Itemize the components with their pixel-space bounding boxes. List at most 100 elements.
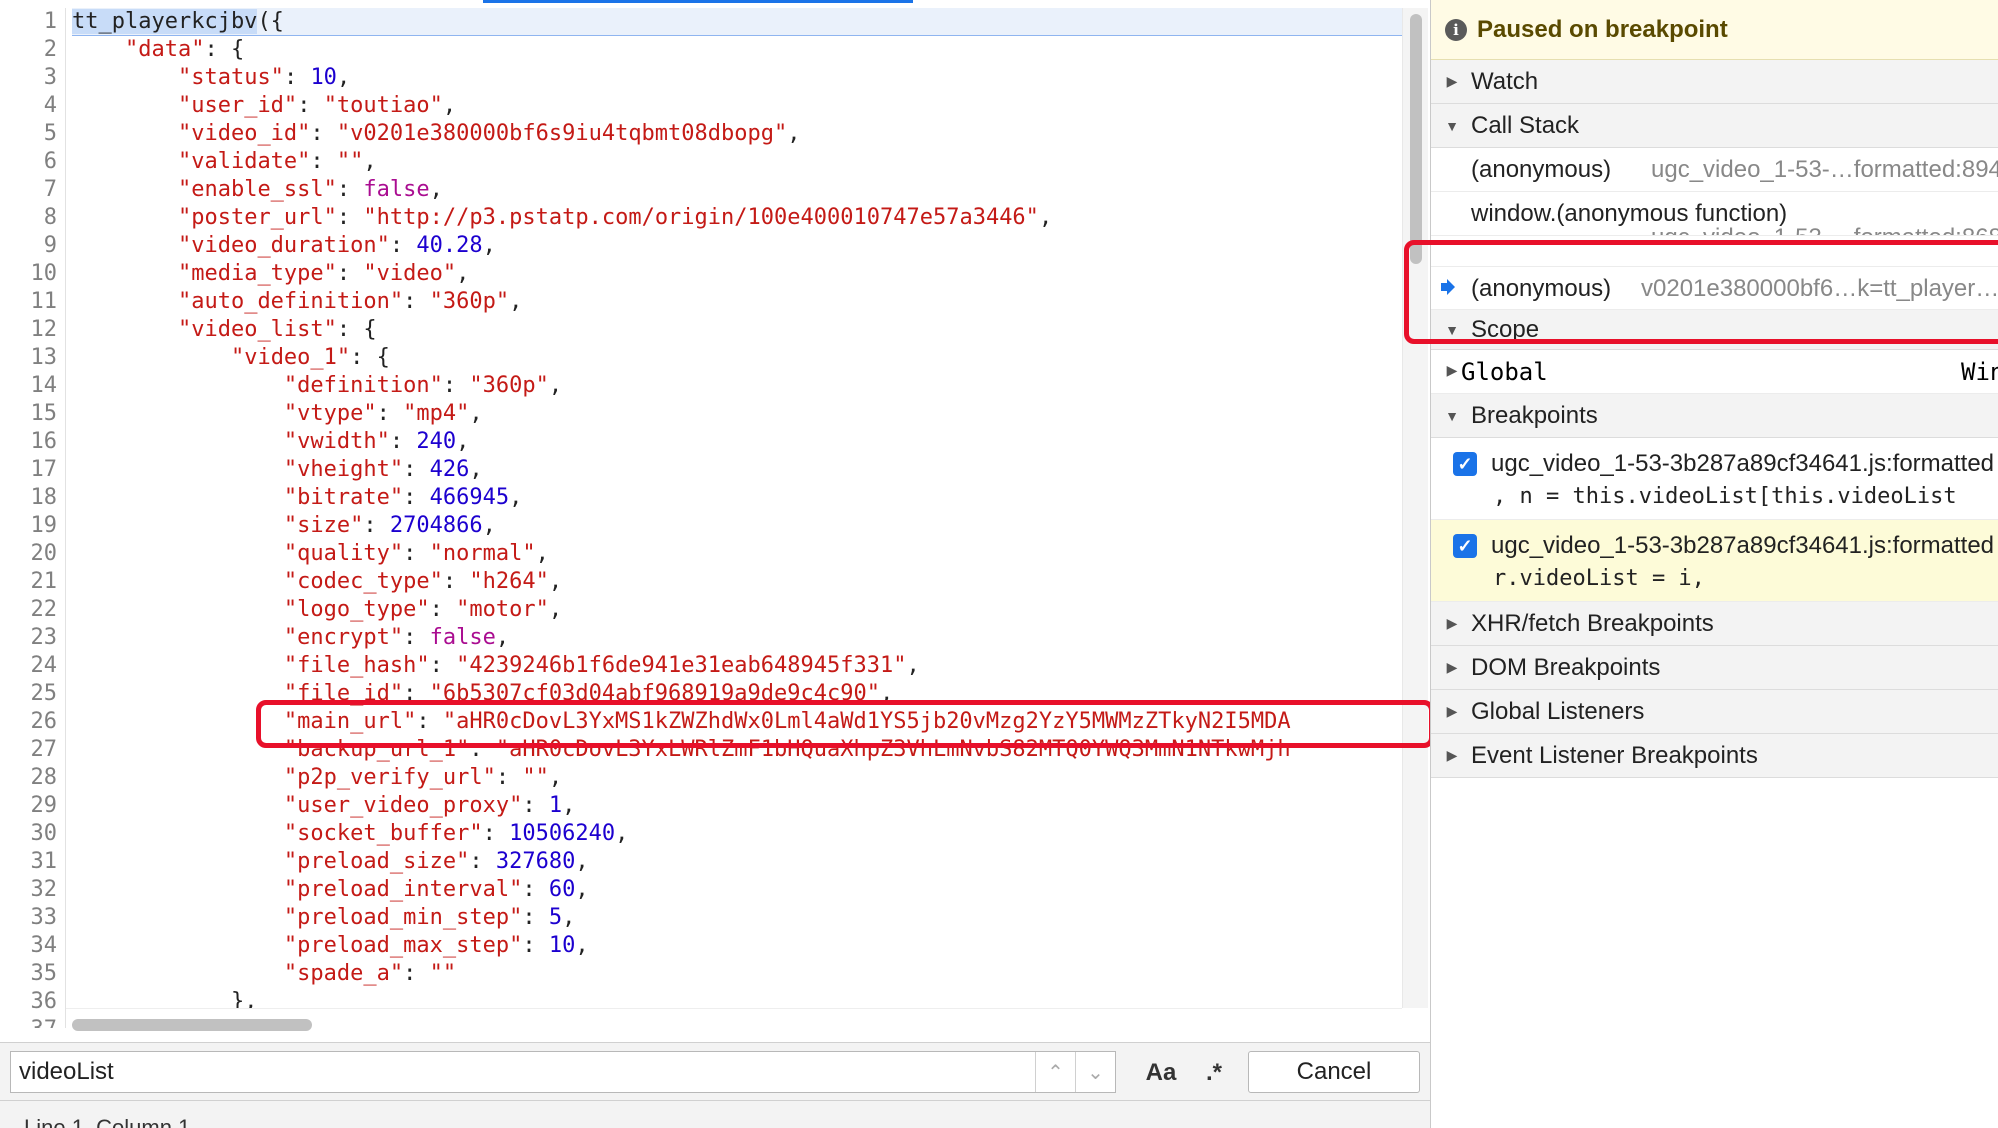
horizontal-scrollbar[interactable] [66, 1008, 1402, 1042]
line-number[interactable]: 30 [0, 820, 65, 848]
code-line[interactable]: "quality": "normal", [72, 540, 1402, 568]
line-number[interactable]: 26 [0, 708, 65, 736]
section-global-listeners[interactable]: ▶ Global Listeners [1431, 690, 1998, 734]
search-next-button[interactable]: ⌄ [1075, 1052, 1115, 1092]
line-number[interactable]: 37 [0, 1016, 65, 1028]
line-number[interactable]: 20 [0, 540, 65, 568]
scope-global[interactable]: ▶ Global Win [1431, 350, 1998, 394]
code-line[interactable]: "spade_a": "" [72, 960, 1402, 988]
line-number[interactable]: 21 [0, 568, 65, 596]
line-number[interactable]: 29 [0, 792, 65, 820]
call-frame-location: ugc_video_1-53-…formatted:894 [1651, 156, 1998, 183]
line-number[interactable]: 33 [0, 904, 65, 932]
breakpoint-item-active[interactable]: ✓ ugc_video_1-53-3b287a89cf34641.js:form… [1431, 520, 1998, 602]
section-breakpoints[interactable]: ▼ Breakpoints [1431, 394, 1998, 438]
call-frame[interactable]: window.(anonymous function) ugc_video_1-… [1431, 192, 1998, 236]
code-line[interactable]: "bitrate": 466945, [72, 484, 1402, 512]
code-line[interactable]: tt_playerkcjbv({ [72, 8, 1402, 36]
line-number[interactable]: 27 [0, 736, 65, 764]
section-call-stack[interactable]: ▼ Call Stack [1431, 104, 1998, 148]
cancel-search-button[interactable]: Cancel [1248, 1051, 1420, 1093]
line-number[interactable]: 35 [0, 960, 65, 988]
line-number[interactable]: 19 [0, 512, 65, 540]
code-line[interactable]: "user_id": "toutiao", [72, 92, 1402, 120]
regex-button[interactable]: .* [1196, 1053, 1232, 1093]
line-number[interactable]: 12 [0, 316, 65, 344]
code-line[interactable]: "enable_ssl": false, [72, 176, 1402, 204]
code-line[interactable]: "vtype": "mp4", [72, 400, 1402, 428]
line-number[interactable]: 15 [0, 400, 65, 428]
line-number[interactable]: 34 [0, 932, 65, 960]
line-number-gutter[interactable]: 1 2 3 4 5 6 7 8 9 10 11 12 13 14 15 16 17 18 19 20 21 22 23 24 2… [0, 8, 66, 1028]
line-number[interactable]: 36 [0, 988, 65, 1016]
code-line[interactable]: "size": 2704866, [72, 512, 1402, 540]
breakpoint-item[interactable]: ✓ ugc_video_1-53-3b287a89cf34641.js:form… [1431, 438, 1998, 520]
line-number[interactable]: 5 [0, 120, 65, 148]
code-line[interactable]: "status": 10, [72, 64, 1402, 92]
line-number[interactable]: 18 [0, 484, 65, 512]
code-line[interactable]: "media_type": "video", [72, 260, 1402, 288]
code-line[interactable]: "file_hash": "4239246b1f6de941e31eab6489… [72, 652, 1402, 680]
code-line[interactable]: "user_video_proxy": 1, [72, 792, 1402, 820]
code-token: "motor" [456, 597, 549, 622]
code-line[interactable]: "definition": "360p", [72, 372, 1402, 400]
code-line[interactable]: "video_list": { [72, 316, 1402, 344]
code-line[interactable]: "video_duration": 40.28, [72, 232, 1402, 260]
code-line[interactable]: "p2p_verify_url": "", [72, 764, 1402, 792]
code-line[interactable]: "vwidth": 240, [72, 428, 1402, 456]
line-number[interactable]: 11 [0, 288, 65, 316]
line-number[interactable]: 23 [0, 624, 65, 652]
line-number[interactable]: 7 [0, 176, 65, 204]
code-line[interactable]: "preload_interval": 60, [72, 876, 1402, 904]
code-line[interactable]: "video_id": "v0201e380000bf6s9iu4tqbmt08… [72, 120, 1402, 148]
code-token: : [297, 93, 324, 118]
section-xhr-breakpoints[interactable]: ▶ XHR/fetch Breakpoints [1431, 602, 1998, 646]
line-number[interactable]: 32 [0, 876, 65, 904]
search-input[interactable] [11, 1052, 1035, 1092]
code-line[interactable]: "vheight": 426, [72, 456, 1402, 484]
horizontal-scroll-thumb[interactable] [72, 1019, 312, 1031]
code-line[interactable]: "socket_buffer": 10506240, [72, 820, 1402, 848]
line-number[interactable]: 25 [0, 680, 65, 708]
line-number[interactable]: 17 [0, 456, 65, 484]
line-number[interactable]: 4 [0, 92, 65, 120]
code-line[interactable]: "logo_type": "motor", [72, 596, 1402, 624]
code-line[interactable]: "codec_type": "h264", [72, 568, 1402, 596]
line-number[interactable]: 1 [0, 8, 65, 36]
line-number[interactable]: 10 [0, 260, 65, 288]
line-number[interactable]: 13 [0, 344, 65, 372]
code-line[interactable]: "validate": "", [72, 148, 1402, 176]
match-case-button[interactable]: Aa [1136, 1053, 1186, 1093]
vertical-scroll-thumb[interactable] [1410, 14, 1422, 264]
code-line[interactable]: "video_1": { [72, 344, 1402, 372]
source-editor[interactable]: 1 2 3 4 5 6 7 8 9 10 11 12 13 14 15 16 17 18 19 20 21 22 23 24 2… [0, 0, 1434, 1128]
code-line[interactable]: "poster_url": "http://p3.pstatp.com/orig… [72, 204, 1402, 232]
search-prev-button[interactable]: ⌃ [1035, 1052, 1075, 1092]
line-number[interactable]: 14 [0, 372, 65, 400]
code-line[interactable]: "auto_definition": "360p", [72, 288, 1402, 316]
section-watch[interactable]: ▶ Watch [1431, 60, 1998, 104]
line-number[interactable]: 16 [0, 428, 65, 456]
code-line[interactable]: "preload_min_step": 5, [72, 904, 1402, 932]
code-line[interactable]: "preload_max_step": 10, [72, 932, 1402, 960]
line-number[interactable]: 8 [0, 204, 65, 232]
line-number[interactable]: 2 [0, 36, 65, 64]
call-frame[interactable]: (anonymous) ugc_video_1-53-…formatted:89… [1431, 148, 1998, 192]
line-number[interactable]: 31 [0, 848, 65, 876]
vertical-scrollbar[interactable] [1402, 8, 1428, 1008]
line-number[interactable]: 9 [0, 232, 65, 260]
breakpoint-checkbox[interactable]: ✓ [1453, 534, 1477, 558]
line-number[interactable]: 28 [0, 764, 65, 792]
code-line[interactable]: }, [72, 988, 1402, 1008]
section-dom-breakpoints[interactable]: ▶ DOM Breakpoints [1431, 646, 1998, 690]
breakpoint-checkbox[interactable]: ✓ [1453, 452, 1477, 476]
code-line[interactable]: "data": { [72, 36, 1402, 64]
section-event-listener-breakpoints[interactable]: ▶ Event Listener Breakpoints [1431, 734, 1998, 778]
code-area[interactable]: tt_playerkcjbv({ "data": { "status": 10,… [72, 8, 1402, 1008]
code-line[interactable]: "encrypt": false, [72, 624, 1402, 652]
code-line[interactable]: "preload_size": 327680, [72, 848, 1402, 876]
line-number[interactable]: 24 [0, 652, 65, 680]
line-number[interactable]: 6 [0, 148, 65, 176]
line-number[interactable]: 3 [0, 64, 65, 92]
line-number[interactable]: 22 [0, 596, 65, 624]
